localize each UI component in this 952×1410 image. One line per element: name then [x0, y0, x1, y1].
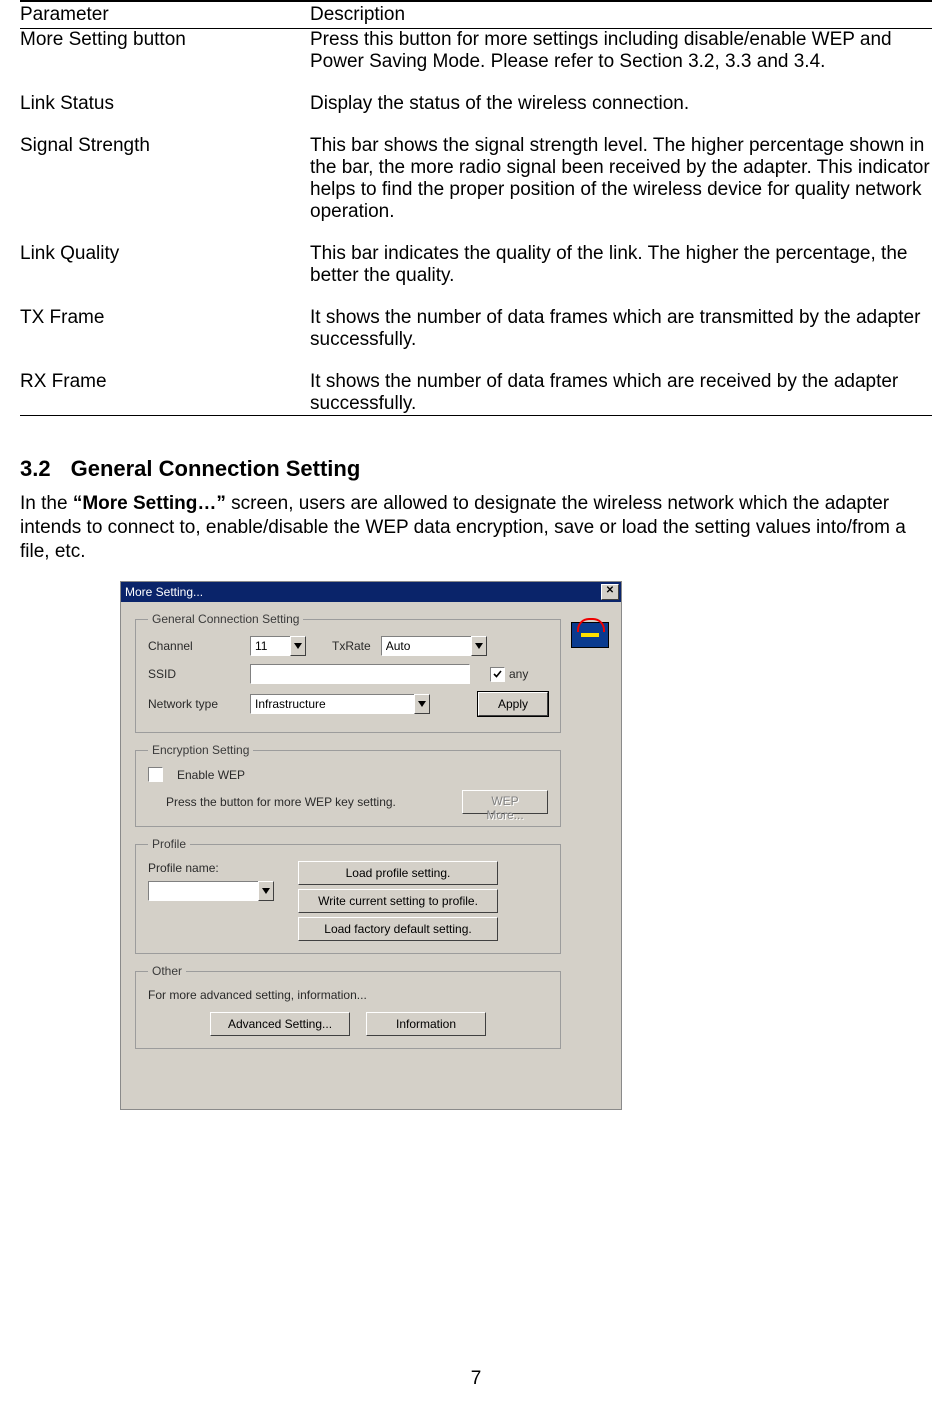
table-row: Signal Strength This bar shows the signa…	[20, 135, 932, 223]
param-desc: It shows the number of data frames which…	[310, 307, 932, 351]
param-name: Signal Strength	[20, 135, 310, 223]
table-row: TX Frame It shows the number of data fra…	[20, 307, 932, 351]
chevron-down-icon[interactable]	[258, 881, 274, 901]
group-encryption: Encryption Setting Enable WEP Press the …	[135, 743, 561, 827]
page-number: 7	[0, 1368, 952, 1390]
group-legend: Profile	[148, 837, 190, 851]
param-name: More Setting button	[20, 29, 310, 74]
section-title: General Connection Setting	[71, 456, 361, 481]
param-desc: Display the status of the wireless conne…	[310, 93, 932, 115]
chevron-down-icon[interactable]	[414, 694, 430, 714]
profile-name-input[interactable]	[148, 881, 258, 901]
channel-label: Channel	[148, 639, 240, 653]
profile-name-select[interactable]	[148, 881, 274, 901]
profile-name-label: Profile name:	[148, 861, 274, 875]
section-paragraph: In the “More Setting…” screen, users are…	[20, 492, 932, 563]
group-legend: Encryption Setting	[148, 743, 253, 757]
param-desc: This bar shows the signal strength level…	[310, 135, 932, 223]
network-type-label: Network type	[148, 697, 240, 711]
chevron-down-icon[interactable]	[471, 636, 487, 656]
table-row: Link Quality This bar indicates the qual…	[20, 243, 932, 287]
chevron-down-icon[interactable]	[290, 636, 306, 656]
param-name: Link Status	[20, 93, 310, 115]
load-profile-button[interactable]: Load profile setting.	[298, 861, 498, 885]
group-profile: Profile Profile name:	[135, 837, 561, 954]
group-general-connection: General Connection Setting Channel TxRat…	[135, 612, 561, 733]
param-desc: This bar indicates the quality of the li…	[310, 243, 932, 287]
param-name: TX Frame	[20, 307, 310, 351]
dialog-titlebar: More Setting... ✕	[121, 582, 621, 602]
load-factory-default-button[interactable]: Load factory default setting.	[298, 917, 498, 941]
ssid-input[interactable]	[250, 664, 470, 684]
group-legend: General Connection Setting	[148, 612, 303, 626]
write-profile-button[interactable]: Write current setting to profile.	[298, 889, 498, 913]
channel-value[interactable]	[250, 636, 290, 656]
apply-button[interactable]: Apply	[478, 692, 548, 716]
more-setting-dialog: More Setting... ✕ General Connection Set…	[120, 581, 622, 1110]
dialog-title: More Setting...	[125, 585, 203, 599]
network-type-select[interactable]	[250, 694, 430, 714]
param-name: RX Frame	[20, 371, 310, 416]
section-heading: 3.2 General Connection Setting	[20, 456, 932, 482]
enable-wep-checkbox[interactable]	[148, 767, 163, 782]
txrate-select[interactable]	[381, 636, 487, 656]
enable-wep-label: Enable WEP	[177, 768, 245, 782]
advanced-setting-button[interactable]: Advanced Setting...	[210, 1012, 350, 1036]
any-label: any	[509, 667, 528, 681]
network-type-value[interactable]	[250, 694, 414, 714]
table-row: RX Frame It shows the number of data fra…	[20, 371, 932, 416]
ssid-label: SSID	[148, 667, 240, 681]
group-legend: Other	[148, 964, 186, 978]
param-name: Link Quality	[20, 243, 310, 287]
any-checkbox[interactable]	[490, 667, 505, 682]
table-header-description: Description	[310, 1, 932, 29]
param-desc: It shows the number of data frames which…	[310, 371, 932, 416]
other-hint-text: For more advanced setting, information..…	[148, 988, 548, 1002]
close-button[interactable]: ✕	[601, 584, 619, 600]
wep-hint-text: Press the button for more WEP key settin…	[166, 795, 396, 809]
channel-select[interactable]	[250, 636, 306, 656]
parameter-table: Parameter Description More Setting butto…	[20, 0, 932, 416]
table-row: Link Status Display the status of the wi…	[20, 93, 932, 115]
wep-more-button[interactable]: WEP More...	[462, 790, 548, 814]
txrate-value[interactable]	[381, 636, 471, 656]
table-header-parameter: Parameter	[20, 1, 310, 29]
txrate-label: TxRate	[332, 639, 371, 653]
group-other: Other For more advanced setting, informa…	[135, 964, 561, 1049]
section-number: 3.2	[20, 456, 51, 482]
param-desc: Press this button for more settings incl…	[310, 29, 932, 74]
table-row: More Setting button Press this button fo…	[20, 29, 932, 74]
information-button[interactable]: Information	[366, 1012, 486, 1036]
wireless-device-icon	[571, 614, 607, 646]
